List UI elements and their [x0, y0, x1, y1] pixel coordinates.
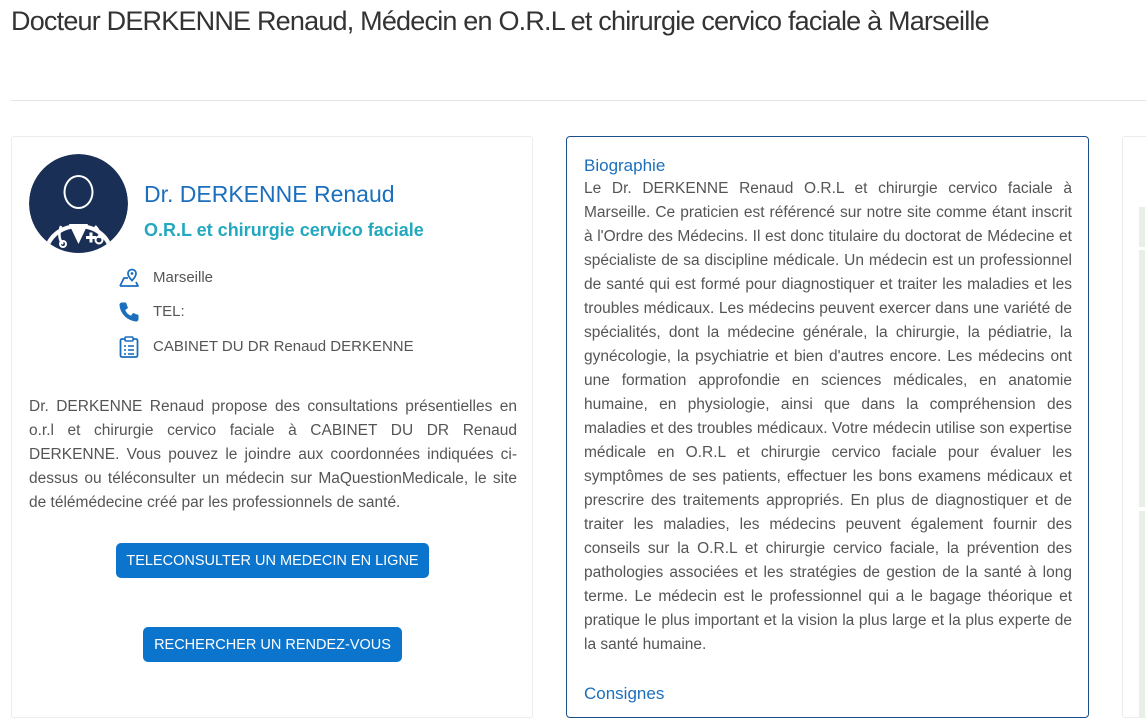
doctor-profile-card: Dr. DERKENNE Renaud O.R.L et chirurgie c…: [11, 136, 533, 718]
biography-title: Biographie: [584, 156, 666, 175]
phone-icon: [117, 300, 141, 324]
doctor-description: Dr. DERKENNE Renaud propose des consulta…: [29, 398, 517, 511]
page-title: Docteur DERKENNE Renaud, Médecin en O.R.…: [11, 6, 990, 36]
practice-name: CABINET DU DR Renaud DERKENNE: [153, 338, 414, 355]
consignes-title: Consignes: [584, 684, 665, 703]
city-text: Marseille: [153, 269, 214, 286]
teleconsult-button[interactable]: TELECONSULTER UN MEDECIN EN LIGNE: [116, 543, 429, 578]
map-pin-icon: [117, 266, 141, 290]
doctor-specialty: O.R.L et chirurgie cervico faciale: [144, 220, 424, 240]
doctor-name: Dr. DERKENNE Renaud: [144, 181, 395, 207]
map[interactable]: [1139, 207, 1146, 717]
search-appointment-button[interactable]: RECHERCHER UN RENDEZ-VOUS: [143, 627, 402, 662]
doctor-avatar-icon: [29, 154, 128, 253]
divider: [11, 100, 1146, 101]
map-card: [1122, 136, 1146, 718]
biography-card: Biographie Le Dr. DERKENNE Renaud O.R.L …: [566, 136, 1089, 718]
clipboard-icon: [117, 335, 141, 359]
biography-text: Le Dr. DERKENNE Renaud O.R.L et chirurgi…: [584, 180, 1072, 653]
phone-label: TEL:: [153, 303, 185, 320]
